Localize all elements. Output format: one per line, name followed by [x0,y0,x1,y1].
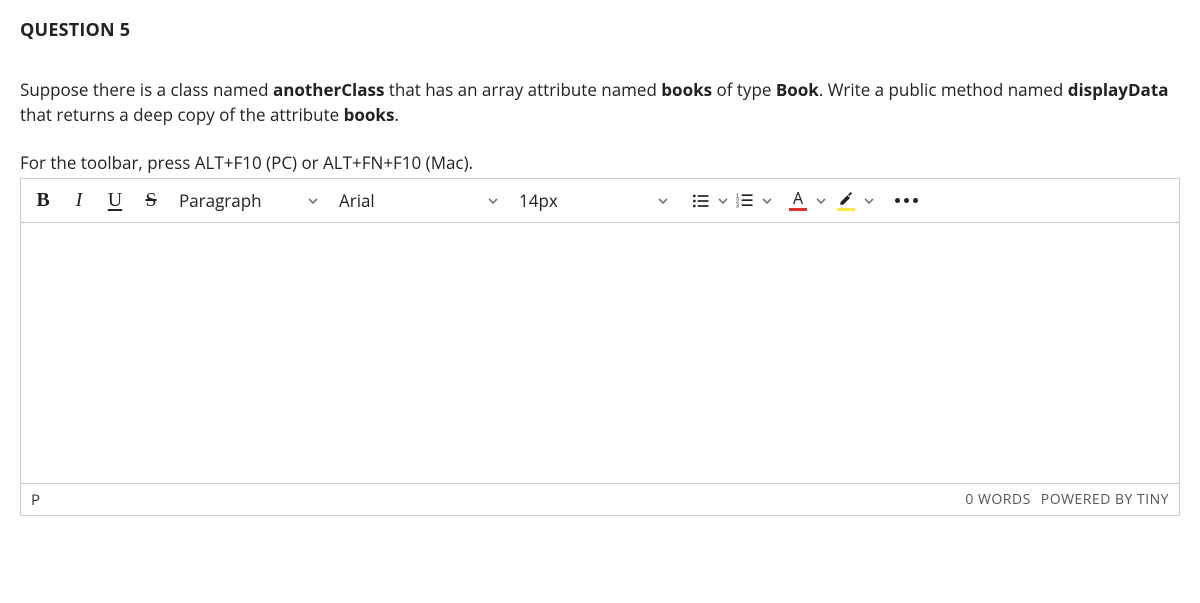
chevron-down-icon [485,195,501,207]
italic-button[interactable]: I [61,182,97,220]
editor-statusbar: P 0 WORDS POWERED BY TINY [21,483,1179,515]
bullet-list-button[interactable] [687,182,715,220]
bold-button[interactable]: B [25,182,61,220]
bullet-list-icon [691,191,711,211]
underline-button[interactable]: U [97,182,133,220]
rich-text-editor: B I U S Paragraph Arial 14px [20,178,1180,516]
body-text: . [394,103,398,126]
highlight-color-button[interactable] [833,182,859,220]
highlighter-icon [837,190,855,206]
chevron-down-icon[interactable] [759,195,775,207]
dot-icon [913,198,918,203]
highlight-color-swatch [837,208,855,211]
chevron-down-icon[interactable] [715,195,731,207]
svg-text:3: 3 [736,203,739,209]
text-color-button[interactable]: A [785,182,811,220]
font-size-select[interactable]: 14px [509,182,679,220]
body-text: of type [712,78,776,101]
question-title: QUESTION 5 [20,18,1180,42]
block-format-select[interactable]: Paragraph [169,182,329,220]
body-text: Suppose there is a class named [20,78,273,101]
bold-attr-name-2: books [344,103,395,126]
element-path[interactable]: P [31,490,40,510]
dot-icon [895,198,900,203]
bold-class-name: anotherClass [273,78,384,101]
text-color-glyph: A [793,190,803,206]
bold-method-name: displayData [1068,78,1169,101]
text-color-swatch [789,208,807,211]
chevron-down-icon[interactable] [813,195,829,207]
font-family-select[interactable]: Arial [329,182,509,220]
editor-content-area[interactable] [21,223,1179,483]
font-family-label: Arial [339,189,375,212]
numbered-list-icon: 1 2 3 [735,191,755,211]
chevron-down-icon [305,195,321,207]
more-options-button[interactable] [887,182,926,220]
body-text: . Write a public method named [819,78,1068,101]
toolbar-hint: For the toolbar, press ALT+F10 (PC) or A… [20,151,1180,174]
strikethrough-button[interactable]: S [133,182,169,220]
block-format-label: Paragraph [179,189,262,212]
dot-icon [904,198,909,203]
chevron-down-icon [655,195,671,207]
numbered-list-button[interactable]: 1 2 3 [731,182,759,220]
chevron-down-icon[interactable] [861,195,877,207]
body-text: that has an array attribute named [384,78,661,101]
editor-toolbar: B I U S Paragraph Arial 14px [21,179,1179,223]
powered-by-label: POWERED BY TINY [1041,490,1169,509]
bold-attr-name: books [661,78,712,101]
font-size-label: 14px [519,189,558,212]
bold-type-name: Book [776,78,819,101]
word-count: 0 WORDS [965,490,1030,509]
question-body: Suppose there is a class named anotherCl… [20,78,1180,127]
body-text: that returns a deep copy of the attribut… [20,103,344,126]
